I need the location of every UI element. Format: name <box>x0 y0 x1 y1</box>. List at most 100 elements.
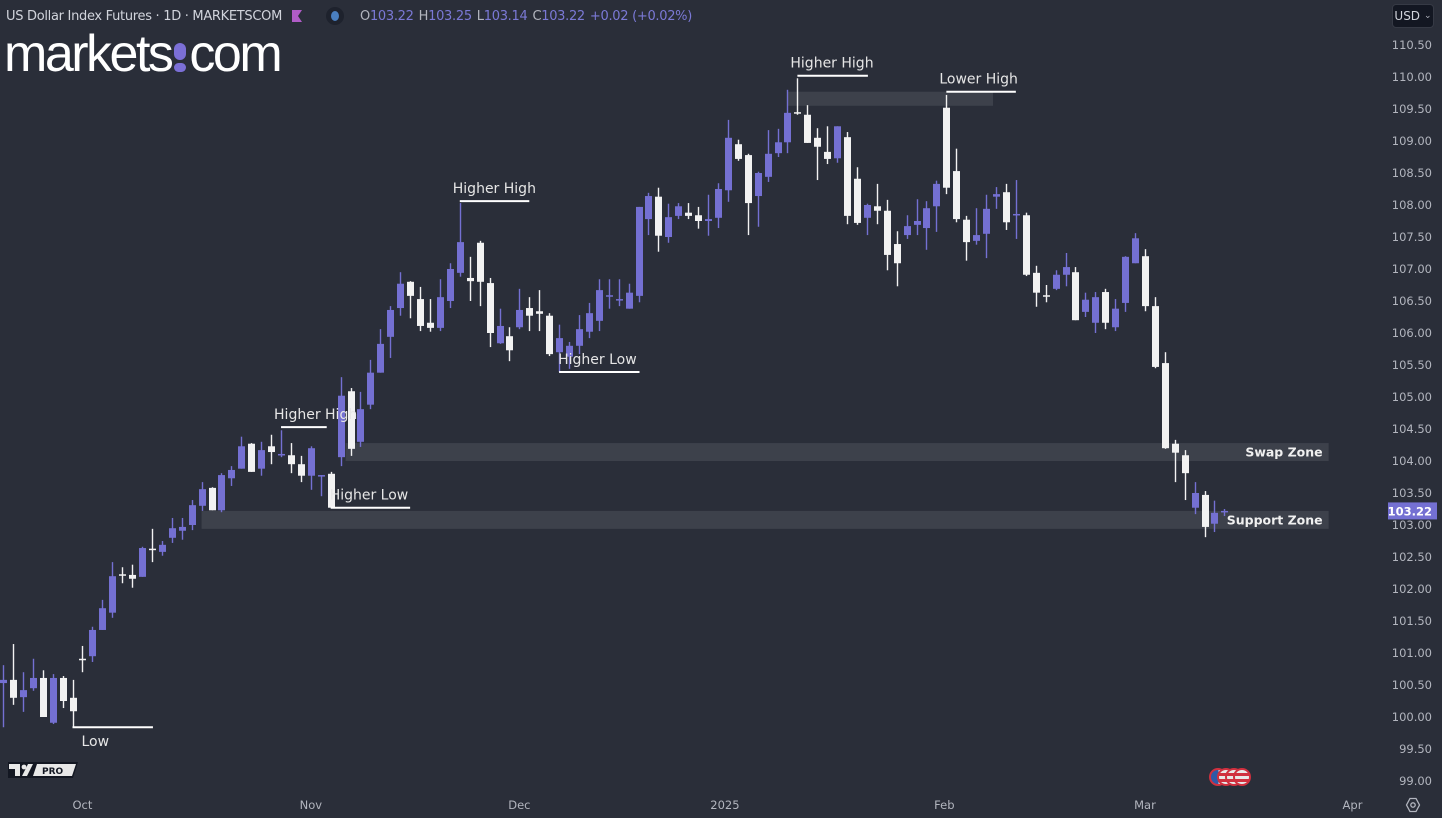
candle-bullish[interactable] <box>606 279 613 309</box>
candle-bearish[interactable] <box>248 443 255 472</box>
candle-bearish[interactable] <box>655 187 662 252</box>
candle-bullish[interactable] <box>278 430 285 458</box>
candle-bearish[interactable] <box>129 564 136 588</box>
settings-hexagon-icon[interactable] <box>1405 797 1421 813</box>
candle-bearish[interactable] <box>209 487 216 511</box>
candle-bullish[interactable] <box>983 194 990 259</box>
candle-bearish[interactable] <box>804 105 811 143</box>
candle-bullish[interactable] <box>497 308 504 344</box>
candle-bearish[interactable] <box>1142 249 1149 312</box>
candle-bullish[interactable] <box>367 359 374 410</box>
candle-bullish[interactable] <box>765 130 772 182</box>
candle-bullish[interactable] <box>20 672 27 712</box>
candle-bearish[interactable] <box>814 128 821 181</box>
candle-bearish[interactable] <box>407 281 414 319</box>
candle-bullish[interactable] <box>616 279 623 307</box>
candle-bullish[interactable] <box>1053 270 1060 291</box>
candle-bullish[interactable] <box>1082 292 1089 317</box>
candle-bullish[interactable] <box>30 658 37 691</box>
candle-bullish[interactable] <box>50 674 57 725</box>
candle-bullish[interactable] <box>834 126 841 163</box>
time-axis[interactable]: Oct Nov Dec 2025 Feb Mar Apr <box>72 798 1362 812</box>
candle-bearish[interactable] <box>1152 297 1159 369</box>
flag-icon[interactable] <box>292 10 302 22</box>
candle-bearish[interactable] <box>874 183 881 225</box>
candle-bullish[interactable] <box>904 215 911 239</box>
candle-bearish[interactable] <box>735 139 742 161</box>
candle-bullish[interactable] <box>1092 292 1099 333</box>
candle-bullish[interactable] <box>238 436 245 469</box>
candle-bullish[interactable] <box>99 599 106 630</box>
candle-bearish[interactable] <box>963 215 970 261</box>
candle-bullish[interactable] <box>437 279 444 332</box>
candle-bearish[interactable] <box>943 94 950 195</box>
candle-bearish[interactable] <box>526 297 533 332</box>
candle-bullish[interactable] <box>755 171 762 227</box>
candle-bearish[interactable] <box>79 645 86 673</box>
candle-bearish[interactable] <box>10 644 17 705</box>
candle-bullish[interactable] <box>725 119 732 202</box>
candle-bearish[interactable] <box>1072 267 1079 321</box>
candle-bullish[interactable] <box>923 201 930 250</box>
candle-bullish[interactable] <box>318 475 325 497</box>
swap-zone[interactable] <box>345 443 1329 461</box>
candle-bearish[interactable] <box>536 290 543 332</box>
candle-bearish[interactable] <box>288 443 295 474</box>
candle-bullish[interactable] <box>775 128 782 157</box>
candle-bullish[interactable] <box>586 302 593 339</box>
candle-bullish[interactable] <box>169 517 176 543</box>
candle-bullish[interactable] <box>139 546 146 577</box>
candle-bearish[interactable] <box>844 132 851 225</box>
candle-bullish[interactable] <box>308 446 315 490</box>
candle-bearish[interactable] <box>953 148 960 223</box>
candle-bullish[interactable] <box>1112 299 1119 332</box>
candle-bullish[interactable] <box>914 199 921 236</box>
candle-bearish[interactable] <box>1162 352 1169 449</box>
candle-bearish[interactable] <box>1182 450 1189 501</box>
candle-bearish[interactable] <box>417 286 424 332</box>
candle-bearish[interactable] <box>1023 212 1030 277</box>
candle-bearish[interactable] <box>695 206 702 229</box>
candle-bullish[interactable] <box>189 500 196 531</box>
candle-bullish[interactable] <box>516 288 523 330</box>
candle-bullish[interactable] <box>1013 180 1020 239</box>
us-flag-event-icon[interactable] <box>1209 768 1251 790</box>
candle-bullish[interactable] <box>1132 233 1139 264</box>
event-flag[interactable] <box>1233 768 1251 786</box>
candle-bearish[interactable] <box>119 567 126 584</box>
candle-bullish[interactable] <box>377 329 384 373</box>
candle-bullish[interactable] <box>179 517 186 540</box>
candle-bullish[interactable] <box>665 203 672 243</box>
candle-bearish[interactable] <box>546 313 553 357</box>
candle-bullish[interactable] <box>447 263 454 309</box>
candle-bullish[interactable] <box>626 283 633 309</box>
price-chart[interactable]: Swap Zone Support Zone Low Higher High High… <box>0 0 1442 818</box>
candle-bullish[interactable] <box>1122 256 1129 312</box>
candle-bullish[interactable] <box>1063 253 1070 287</box>
candle-bearish[interactable] <box>745 153 752 236</box>
candle-bullish[interactable] <box>218 473 225 513</box>
candle-bullish[interactable] <box>397 272 404 316</box>
candle-bullish[interactable] <box>933 180 940 232</box>
candle-bullish[interactable] <box>993 187 1000 209</box>
candle-bearish[interactable] <box>70 679 77 728</box>
candle-bullish[interactable] <box>89 626 96 662</box>
candle-bearish[interactable] <box>506 327 513 362</box>
candle-bullish[interactable] <box>715 183 722 229</box>
candle-bearish[interactable] <box>487 277 494 348</box>
candle-bullish[interactable] <box>228 466 235 486</box>
candle-bullish[interactable] <box>636 206 643 303</box>
support-zone[interactable] <box>201 510 1329 529</box>
candle-bearish[interactable] <box>149 528 156 563</box>
candle-bullish[interactable] <box>645 192 652 236</box>
candle-bullish[interactable] <box>258 441 265 476</box>
candle-bearish[interactable] <box>1102 288 1109 330</box>
candle-bearish[interactable] <box>40 670 47 717</box>
candle-bullish[interactable] <box>109 562 116 618</box>
top-zone[interactable] <box>787 91 994 106</box>
candle-bullish[interactable] <box>973 208 980 245</box>
candle-bullish[interactable] <box>675 203 682 220</box>
candle-bearish[interactable] <box>427 299 434 332</box>
candle-bullish[interactable] <box>457 203 464 277</box>
symbol-title[interactable]: US Dollar Index Futures · 1D · MARKETSCO… <box>6 9 282 24</box>
